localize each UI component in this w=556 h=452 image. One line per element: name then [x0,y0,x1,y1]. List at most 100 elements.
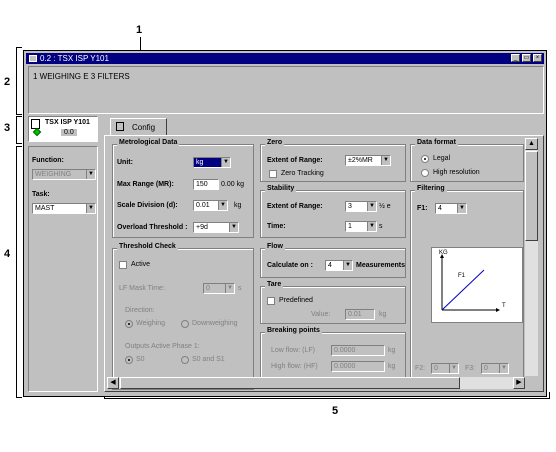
high-resolution-radio[interactable] [421,169,429,177]
scroll-up-icon[interactable]: ▲ [525,138,538,150]
task-label: Task: [32,191,50,198]
chevron-down-icon: ▼ [225,284,234,293]
high-flow-input: 0.0000 [331,361,385,372]
zero-extent-select[interactable]: ±2%MR ▼ [345,155,391,166]
zero-extent-label: Extent of Range: [267,157,323,164]
s0s1-label: S0 and S1 [192,356,225,363]
data-format-group: Data format Legal High resolution [410,139,524,182]
chevron-down-icon[interactable]: ▼ [218,201,227,210]
scale-division-select[interactable]: 0.01 ▼ [193,200,228,211]
function-field: WEIGHING ▼ [32,169,96,180]
graph-x-arrow [496,308,500,312]
f3-value: 0 [484,365,488,372]
module-description[interactable]: 1 WEIGHING E 3 FILTERS [33,72,130,81]
calculate-select[interactable]: 4 ▼ [325,260,353,271]
stability-time-unit: s [379,223,383,230]
calculate-label: Calculate on : [267,262,313,269]
stability-time-label: Time: [267,223,286,230]
s0-radio [125,356,133,364]
f1-select[interactable]: 4 ▼ [435,203,467,214]
data-format-title: Data format [415,139,458,146]
max-range-input[interactable]: 150 [193,179,219,190]
scroll-left-icon[interactable]: ◀ [107,377,119,389]
breaking-points-title: Breaking points [265,327,322,334]
chevron-down-icon[interactable]: ▼ [381,156,390,165]
function-panel: Function: WEIGHING ▼ Task: MAST ▼ [28,146,98,392]
high-flow-unit: kg [388,363,396,370]
filtering-group: Filtering F1: 4 ▼ KG T F1 F2: 0 ▼ F3: 0 … [410,185,524,388]
lf-mask-unit: s [238,285,242,292]
callout-5-bracket-right [549,392,550,399]
vertical-scrollbar[interactable]: ▲ [525,138,538,376]
overload-select[interactable]: +9d ▼ [193,222,239,233]
stability-group: Stability Extent of Range: 3 ▼ ½ e Time:… [260,185,406,238]
threshold-group: Threshold Check Active LF Mask Time: 0 ▼… [112,243,254,390]
predefined-checkbox[interactable] [267,297,275,305]
task-value: MAST [35,205,55,212]
lf-mask-label: LF Mask Time: [119,285,165,292]
max-range-value: 150 [196,181,208,188]
status-led-icon [32,127,42,137]
chevron-down-icon[interactable]: ▼ [367,202,376,211]
threshold-active-checkbox[interactable] [119,261,127,269]
stability-time-value: 1 [348,223,352,230]
chevron-down-icon: ▼ [449,364,458,373]
chevron-down-icon[interactable]: ▼ [367,222,376,231]
window-title: 0.2 : TSX ISP Y101 [40,54,109,63]
low-flow-value: 0.0000 [334,347,356,354]
low-flow-label: Low flow: (LF) [271,347,315,354]
scale-division-unit: kg [234,202,242,209]
chevron-down-icon[interactable]: ▼ [343,261,352,270]
minimize-icon[interactable]: _ [511,54,520,62]
chevron-down-icon: ▼ [86,170,95,179]
chevron-down-icon[interactable]: ▼ [229,223,238,232]
tab-config[interactable]: Config [110,118,167,135]
lf-mask-value: 0 [206,285,210,292]
stability-extent-select[interactable]: 3 ▼ [345,201,377,212]
callout-2-bracket-bottom [16,114,22,115]
tare-group: Tare Predefined Value: 0.01 kg [260,281,406,324]
legal-radio[interactable] [421,155,429,163]
window-titlebar[interactable]: 0.2 : TSX ISP Y101 _ ▭ × [26,53,544,64]
horizontal-scrollbar[interactable]: ◀ ▶ [107,377,525,389]
high-flow-value: 0.0000 [334,363,356,370]
function-label: Function: [32,157,64,164]
zero-group: Zero Extent of Range: ±2%MR ▼ Zero Track… [260,139,406,182]
f2-label: F2: [415,365,426,372]
chevron-down-icon[interactable]: ▼ [457,204,466,213]
overload-value: +9d [196,224,208,231]
module-id-panel: TSX ISP Y101 0.0 [28,116,98,142]
zero-tracking-checkbox[interactable] [269,170,277,178]
s0-label: S0 [136,356,145,363]
config-area: Metrological Data Unit: kg ▼ Max Range (… [104,135,544,392]
callout-1: 1 [136,24,143,36]
f3-label: F3: [465,365,476,372]
close-icon[interactable]: × [533,54,542,62]
stability-time-select[interactable]: 1 ▼ [345,221,377,232]
window-system-icon[interactable] [29,55,37,62]
tab-config-label: Config [132,123,156,132]
horizontal-scroll-thumb[interactable] [120,377,460,389]
maximize-icon[interactable]: ▭ [522,54,531,62]
callout-4-bracket [16,146,17,398]
stability-extent-unit: ½ e [379,203,391,210]
function-value: WEIGHING [35,171,72,178]
callout-2-bracket [16,47,17,115]
high-flow-label: High flow: (HF) [271,363,318,370]
callout-5-bracket [104,398,550,399]
chevron-down-icon[interactable]: ▼ [221,158,230,167]
vertical-scroll-thumb[interactable] [525,151,538,241]
high-resolution-label: High resolution [433,169,480,176]
metrological-title: Metrological Data [117,139,180,146]
zero-tracking-label: Zero Tracking [281,170,324,177]
outputs-label: Outputs Active Phase 1: [125,343,200,350]
overload-label: Overload Threshold : [117,224,188,231]
callout-4: 4 [4,248,11,260]
f3-select: 0 ▼ [481,363,509,374]
chevron-down-icon[interactable]: ▼ [86,204,95,213]
scroll-right-icon[interactable]: ▶ [513,377,525,389]
unit-select[interactable]: kg ▼ [193,157,231,168]
downweighing-label: Downweighing [192,320,238,327]
callout-3-bracket-bottom [16,143,22,144]
task-select[interactable]: MAST ▼ [32,203,96,214]
